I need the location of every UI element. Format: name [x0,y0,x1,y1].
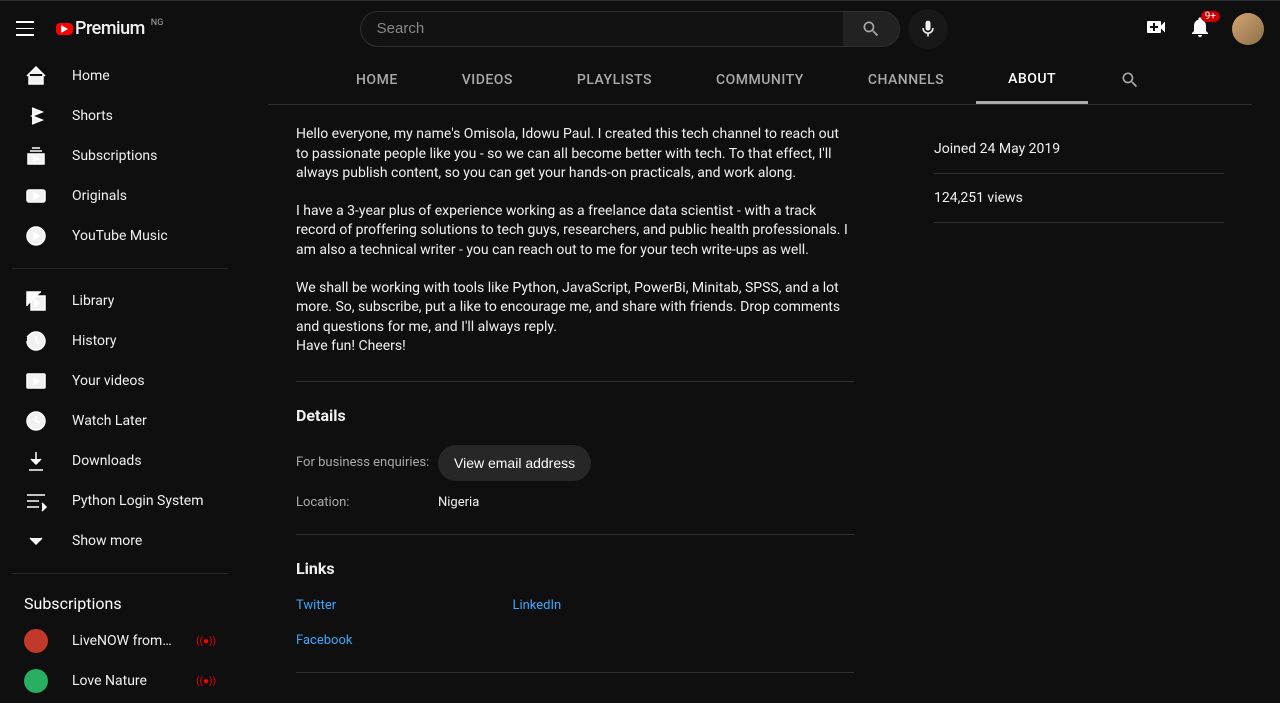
nav-home[interactable]: Home [0,56,240,96]
search-button[interactable] [843,12,899,46]
nav-label: Downloads [72,453,142,469]
live-indicator: ((●)) [196,676,216,687]
voice-search-button[interactable] [908,9,948,49]
search-box [360,11,900,47]
history-icon [24,329,48,353]
nav-downloads[interactable]: Downloads [0,441,240,481]
nav-show-more[interactable]: Show more [0,521,240,561]
divider [296,672,854,673]
links-heading: Links [296,559,854,578]
nav-python-login-system[interactable]: Python Login System [0,481,240,521]
nav-originals[interactable]: Originals [0,176,240,216]
youtube-logo[interactable]: Premium NG [56,18,163,39]
tab-about[interactable]: ABOUT [976,56,1088,104]
view-email-button[interactable]: View email address [438,445,591,481]
nav-label: Your videos [72,373,145,389]
nav-label: Originals [72,188,127,204]
divider [296,381,854,382]
sidebar: Home Shorts Subscriptions Originals YouTube … [0,56,240,703]
nav-label: Watch Later [72,413,147,429]
country-code: NG [151,18,164,28]
nav-label: Python Login System [72,493,203,509]
details-heading: Details [296,406,854,425]
channel-name: Love Nature [72,673,172,689]
subscription-item[interactable]: LiveNOW from F… ((●)) [0,621,240,661]
nav-label: Home [72,68,110,84]
channel-tabs: HOMEVIDEOSPLAYLISTSCOMMUNITYCHANNELSABOU… [268,56,1252,105]
description-paragraph: We shall be working with tools like Pyth… [296,279,854,357]
music-icon [24,224,48,248]
tab-search[interactable] [1088,56,1172,104]
location-label: Location: [296,495,438,510]
shorts-icon [24,104,48,128]
nav-your-videos[interactable]: Your videos [0,361,240,401]
location-value: Nigeria [438,495,479,510]
live-indicator: ((●)) [196,636,216,647]
nav-label: History [72,333,117,349]
menu-button[interactable] [16,17,40,41]
business-label: For business enquiries: [296,455,438,470]
library-icon [24,289,48,313]
account-avatar[interactable] [1232,13,1264,45]
nav-label: Show more [72,533,142,549]
notification-badge: 9+ [1201,11,1220,22]
joined-date: Joined 24 May 2019 [934,125,1224,174]
logo-text: Premium [75,18,145,39]
search-input[interactable] [361,20,843,37]
nav-subscriptions[interactable]: Subscriptions [0,136,240,176]
nav-watch-later[interactable]: Watch Later [0,401,240,441]
divider [12,268,228,269]
divider [296,534,854,535]
subscriptions-heading: Subscriptions [0,586,240,621]
nav-history[interactable]: History [0,321,240,361]
channel-avatar [24,669,48,693]
nav-shorts[interactable]: Shorts [0,96,240,136]
link-facebook[interactable]: Facebook [296,633,352,648]
tab-playlists[interactable]: PLAYLISTS [545,56,684,104]
subscription-item[interactable]: Love Nature ((●)) [0,661,240,701]
subs-icon [24,144,48,168]
microphone-icon [918,19,938,39]
search-icon [861,19,881,39]
create-icon [1144,15,1168,39]
notifications-button[interactable]: 9+ [1188,15,1212,43]
tab-videos[interactable]: VIDEOS [430,56,545,104]
create-button[interactable] [1144,15,1168,43]
watchlater-icon [24,409,48,433]
nav-library[interactable]: Library [0,281,240,321]
view-count: 124,251 views [934,174,1224,223]
nav-label: YouTube Music [72,228,168,244]
nav-label: Subscriptions [72,148,157,164]
yourvideos-icon [24,369,48,393]
divider [12,573,228,574]
downloads-icon [24,449,48,473]
originals-icon [24,184,48,208]
tab-channels[interactable]: CHANNELS [836,56,976,104]
description-paragraph: I have a 3-year plus of experience worki… [296,202,854,261]
chevron-icon [24,529,48,553]
tab-home[interactable]: HOME [324,56,430,104]
playlist-icon [24,489,48,513]
tab-community[interactable]: COMMUNITY [684,56,836,104]
play-icon [61,25,68,33]
channel-description: Hello everyone, my name's Omisola, Idowu… [296,125,854,357]
channel-name: LiveNOW from F… [72,633,172,649]
link-linkedin[interactable]: LinkedIn [512,598,561,613]
channel-avatar [24,629,48,653]
nav-youtube-music[interactable]: YouTube Music [0,216,240,256]
nav-label: Shorts [72,108,113,124]
description-paragraph: Hello everyone, my name's Omisola, Idowu… [296,125,854,184]
nav-label: Library [72,293,114,309]
link-twitter[interactable]: Twitter [296,598,352,613]
home-icon [24,64,48,88]
search-icon [1120,70,1140,90]
